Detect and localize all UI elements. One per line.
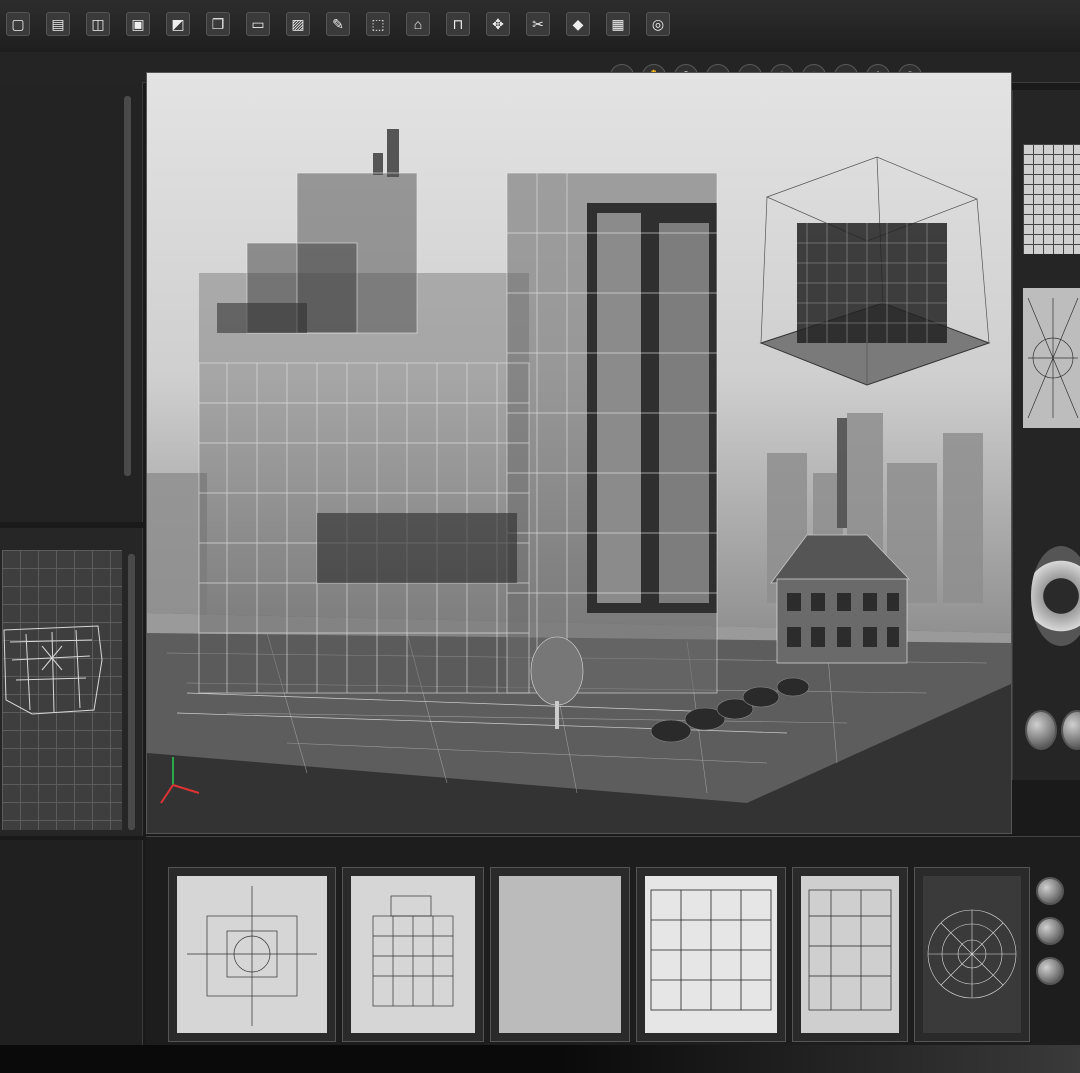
shape-icon[interactable]: ◆ <box>566 12 590 36</box>
strip-round-button-2[interactable] <box>1036 917 1064 945</box>
thumb-section-drawing <box>808 889 892 1011</box>
web-drawing <box>1027 297 1079 419</box>
thumb-elevation-drawing <box>650 889 772 1011</box>
right-round-button-2[interactable] <box>1061 710 1080 750</box>
stair-icon[interactable]: ⊓ <box>446 12 470 36</box>
thumbnail-texture[interactable] <box>490 867 630 1042</box>
strip-round-button-3[interactable] <box>1036 957 1064 985</box>
grid-preview-scrollbar[interactable] <box>128 554 135 830</box>
right-web-preview <box>1023 288 1080 428</box>
thumb-top-drawing <box>187 886 317 1026</box>
thumbnail-elevation[interactable] <box>636 867 786 1042</box>
box-icon[interactable]: ⬚ <box>366 12 390 36</box>
grid-preview <box>2 550 122 830</box>
cad-application-window: ▢▤◫▣◩❐▭▨✎⬚⌂⊓✥✂◆▦◎ ◌✋⚲◉⊞☀⊹⟷⚙? <box>0 0 1080 1073</box>
thumbnail-section[interactable] <box>792 867 908 1042</box>
cut-icon[interactable]: ✂ <box>526 12 550 36</box>
inset-model-preview <box>759 156 991 386</box>
render-icon[interactable]: ▦ <box>606 12 630 36</box>
thumb-front-drawing <box>372 895 454 1007</box>
thumbnail-top-view[interactable] <box>168 867 336 1042</box>
right-grid-preview <box>1023 144 1080 254</box>
camera-icon[interactable]: ◎ <box>646 12 670 36</box>
save-icon[interactable]: ▣ <box>126 12 150 36</box>
open-icon[interactable]: ▤ <box>46 12 70 36</box>
move-icon[interactable]: ✥ <box>486 12 510 36</box>
strip-round-button-1[interactable] <box>1036 877 1064 905</box>
thumbnail-front-view[interactable] <box>342 867 484 1042</box>
properties-panel <box>0 840 143 1050</box>
bezel-glare <box>560 1045 1080 1073</box>
grid-preview-panel <box>0 528 143 836</box>
photo-icon[interactable]: ▨ <box>286 12 310 36</box>
thumb-radial-drawing <box>927 909 1017 999</box>
main-building-model <box>176 129 788 734</box>
frame-icon[interactable]: ▭ <box>246 12 270 36</box>
arch-icon[interactable]: ⌂ <box>406 12 430 36</box>
paint-icon[interactable]: ✎ <box>326 12 350 36</box>
page-icon[interactable]: ▢ <box>6 12 30 36</box>
sketch-drawing <box>3 625 103 715</box>
3d-viewport[interactable] <box>146 72 1012 834</box>
thumbnail-radial[interactable] <box>914 867 1030 1042</box>
view-thumbnails-strip <box>146 836 1080 1049</box>
scene-render <box>147 129 1011 833</box>
right-tool-panel <box>1012 90 1080 780</box>
outliner-panel <box>0 82 143 522</box>
navigation-dial[interactable] <box>1031 546 1080 646</box>
main-toolbar: ▢ ▤ ◫ ▣ ◩ ❐ ▭ ▨ ✎ ⬚ ⌂ ⊓ ✥ ✂ ◆ ▦ ◎ <box>0 0 1080 53</box>
right-round-button-1[interactable] <box>1025 710 1057 750</box>
outliner-scrollbar[interactable] <box>124 96 131 476</box>
select-icon[interactable]: ◩ <box>166 12 190 36</box>
copy-icon[interactable]: ❐ <box>206 12 230 36</box>
layers-icon[interactable]: ◫ <box>86 12 110 36</box>
